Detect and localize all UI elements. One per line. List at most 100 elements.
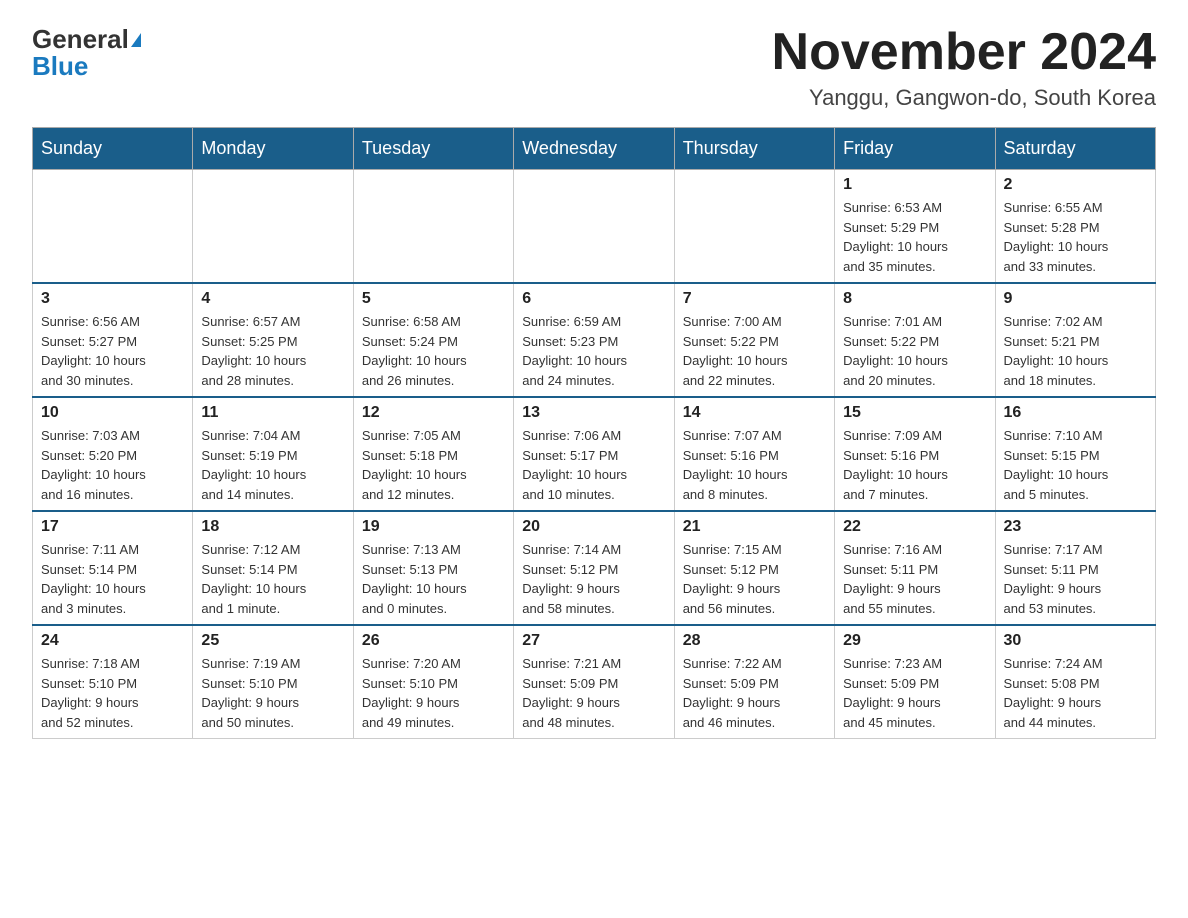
calendar-week-row: 3 Sunrise: 6:56 AM Sunset: 5:27 PM Daylig… [33,283,1156,397]
day-number: 24 [41,632,184,650]
calendar-cell: 23Sunrise: 7:17 AM Sunset: 5:11 PM Dayli… [995,511,1155,625]
calendar-cell: 15 Sunrise: 7:09 AM Sunset: 5:16 PM Dayli… [835,397,995,511]
day-number: 26 [362,632,505,650]
calendar-cell: 27 Sunrise: 7:21 AM Sunset: 5:09 PM Dayli… [514,625,674,739]
weekday-header-sunday: Sunday [33,128,193,170]
weekday-header-thursday: Thursday [674,128,834,170]
day-number: 6 [522,290,665,308]
weekday-header-friday: Friday [835,128,995,170]
day-info: Sunrise: 7:09 AM Sunset: 5:16 PM Dayligh… [843,426,986,504]
day-number: 19 [362,518,505,536]
calendar-week-row: 17Sunrise: 7:11 AM Sunset: 5:14 PM Dayli… [33,511,1156,625]
day-info: Sunrise: 7:06 AM Sunset: 5:17 PM Dayligh… [522,426,665,504]
day-info: Sunrise: 7:11 AM Sunset: 5:14 PM Dayligh… [41,540,184,618]
calendar-cell: 11 Sunrise: 7:04 AM Sunset: 5:19 PM Dayli… [193,397,353,511]
calendar-cell: 13 Sunrise: 7:06 AM Sunset: 5:17 PM Dayli… [514,397,674,511]
day-info: Sunrise: 7:24 AM Sunset: 5:08 PM Dayligh… [1004,654,1147,732]
calendar-cell: 18 Sunrise: 7:12 AM Sunset: 5:14 PM Dayli… [193,511,353,625]
calendar-cell [674,170,834,284]
day-info: Sunrise: 7:14 AM Sunset: 5:12 PM Dayligh… [522,540,665,618]
weekday-header-saturday: Saturday [995,128,1155,170]
day-number: 8 [843,290,986,308]
day-number: 3 [41,290,184,308]
day-info: Sunrise: 7:23 AM Sunset: 5:09 PM Dayligh… [843,654,986,732]
logo-blue-text: Blue [32,51,88,82]
calendar-cell [514,170,674,284]
calendar-cell: 26 Sunrise: 7:20 AM Sunset: 5:10 PM Dayli… [353,625,513,739]
calendar-cell: 6 Sunrise: 6:59 AM Sunset: 5:23 PM Daylig… [514,283,674,397]
day-number: 18 [201,518,344,536]
day-info: Sunrise: 7:18 AM Sunset: 5:10 PM Dayligh… [41,654,184,732]
day-info: Sunrise: 7:04 AM Sunset: 5:19 PM Dayligh… [201,426,344,504]
day-number: 27 [522,632,665,650]
day-number: 5 [362,290,505,308]
calendar-cell: 16 Sunrise: 7:10 AM Sunset: 5:15 PM Dayli… [995,397,1155,511]
day-info: Sunrise: 7:10 AM Sunset: 5:15 PM Dayligh… [1004,426,1147,504]
location-subtitle: Yanggu, Gangwon-do, South Korea [772,85,1156,111]
calendar-cell: 8Sunrise: 7:01 AM Sunset: 5:22 PM Daylig… [835,283,995,397]
day-info: Sunrise: 7:20 AM Sunset: 5:10 PM Dayligh… [362,654,505,732]
calendar-table: SundayMondayTuesdayWednesdayThursdayFrid… [32,127,1156,739]
day-number: 22 [843,518,986,536]
calendar-cell: 22Sunrise: 7:16 AM Sunset: 5:11 PM Dayli… [835,511,995,625]
day-info: Sunrise: 7:05 AM Sunset: 5:18 PM Dayligh… [362,426,505,504]
calendar-week-row: 24 Sunrise: 7:18 AM Sunset: 5:10 PM Dayli… [33,625,1156,739]
day-info: Sunrise: 7:21 AM Sunset: 5:09 PM Dayligh… [522,654,665,732]
weekday-header-monday: Monday [193,128,353,170]
weekday-header-wednesday: Wednesday [514,128,674,170]
day-info: Sunrise: 6:58 AM Sunset: 5:24 PM Dayligh… [362,312,505,390]
day-info: Sunrise: 7:03 AM Sunset: 5:20 PM Dayligh… [41,426,184,504]
calendar-week-row: 10 Sunrise: 7:03 AM Sunset: 5:20 PM Dayli… [33,397,1156,511]
calendar-cell: 10 Sunrise: 7:03 AM Sunset: 5:20 PM Dayli… [33,397,193,511]
calendar-cell: 3 Sunrise: 6:56 AM Sunset: 5:27 PM Daylig… [33,283,193,397]
calendar-cell [353,170,513,284]
day-number: 28 [683,632,826,650]
day-number: 12 [362,404,505,422]
day-info: Sunrise: 6:53 AM Sunset: 5:29 PM Dayligh… [843,198,986,276]
calendar-cell: 9 Sunrise: 7:02 AM Sunset: 5:21 PM Daylig… [995,283,1155,397]
day-number: 13 [522,404,665,422]
calendar-cell: 14 Sunrise: 7:07 AM Sunset: 5:16 PM Dayli… [674,397,834,511]
calendar-cell: 17Sunrise: 7:11 AM Sunset: 5:14 PM Dayli… [33,511,193,625]
day-info: Sunrise: 6:56 AM Sunset: 5:27 PM Dayligh… [41,312,184,390]
day-info: Sunrise: 7:22 AM Sunset: 5:09 PM Dayligh… [683,654,826,732]
calendar-week-row: 1 Sunrise: 6:53 AM Sunset: 5:29 PM Daylig… [33,170,1156,284]
day-info: Sunrise: 7:12 AM Sunset: 5:14 PM Dayligh… [201,540,344,618]
day-number: 20 [522,518,665,536]
day-number: 9 [1004,290,1147,308]
day-number: 2 [1004,176,1147,194]
day-number: 1 [843,176,986,194]
calendar-cell: 30Sunrise: 7:24 AM Sunset: 5:08 PM Dayli… [995,625,1155,739]
calendar-cell: 21 Sunrise: 7:15 AM Sunset: 5:12 PM Dayli… [674,511,834,625]
calendar-cell: 12 Sunrise: 7:05 AM Sunset: 5:18 PM Dayli… [353,397,513,511]
day-number: 25 [201,632,344,650]
weekday-header-row: SundayMondayTuesdayWednesdayThursdayFrid… [33,128,1156,170]
day-info: Sunrise: 7:07 AM Sunset: 5:16 PM Dayligh… [683,426,826,504]
calendar-cell: 4Sunrise: 6:57 AM Sunset: 5:25 PM Daylig… [193,283,353,397]
calendar-cell: 19 Sunrise: 7:13 AM Sunset: 5:13 PM Dayli… [353,511,513,625]
day-number: 15 [843,404,986,422]
calendar-cell: 25 Sunrise: 7:19 AM Sunset: 5:10 PM Dayli… [193,625,353,739]
weekday-header-tuesday: Tuesday [353,128,513,170]
logo-triangle-icon [131,33,141,47]
day-number: 16 [1004,404,1147,422]
calendar-cell: 1 Sunrise: 6:53 AM Sunset: 5:29 PM Daylig… [835,170,995,284]
day-info: Sunrise: 7:00 AM Sunset: 5:22 PM Dayligh… [683,312,826,390]
day-number: 21 [683,518,826,536]
day-info: Sunrise: 7:02 AM Sunset: 5:21 PM Dayligh… [1004,312,1147,390]
day-number: 4 [201,290,344,308]
calendar-cell: 2 Sunrise: 6:55 AM Sunset: 5:28 PM Daylig… [995,170,1155,284]
calendar-cell: 28 Sunrise: 7:22 AM Sunset: 5:09 PM Dayli… [674,625,834,739]
calendar-cell [33,170,193,284]
day-info: Sunrise: 7:19 AM Sunset: 5:10 PM Dayligh… [201,654,344,732]
day-info: Sunrise: 6:55 AM Sunset: 5:28 PM Dayligh… [1004,198,1147,276]
calendar-cell: 7Sunrise: 7:00 AM Sunset: 5:22 PM Daylig… [674,283,834,397]
page-header: General Blue November 2024 Yanggu, Gangw… [32,24,1156,111]
day-number: 10 [41,404,184,422]
day-number: 14 [683,404,826,422]
day-number: 11 [201,404,344,422]
day-info: Sunrise: 6:59 AM Sunset: 5:23 PM Dayligh… [522,312,665,390]
day-info: Sunrise: 7:15 AM Sunset: 5:12 PM Dayligh… [683,540,826,618]
day-info: Sunrise: 7:17 AM Sunset: 5:11 PM Dayligh… [1004,540,1147,618]
day-info: Sunrise: 7:13 AM Sunset: 5:13 PM Dayligh… [362,540,505,618]
